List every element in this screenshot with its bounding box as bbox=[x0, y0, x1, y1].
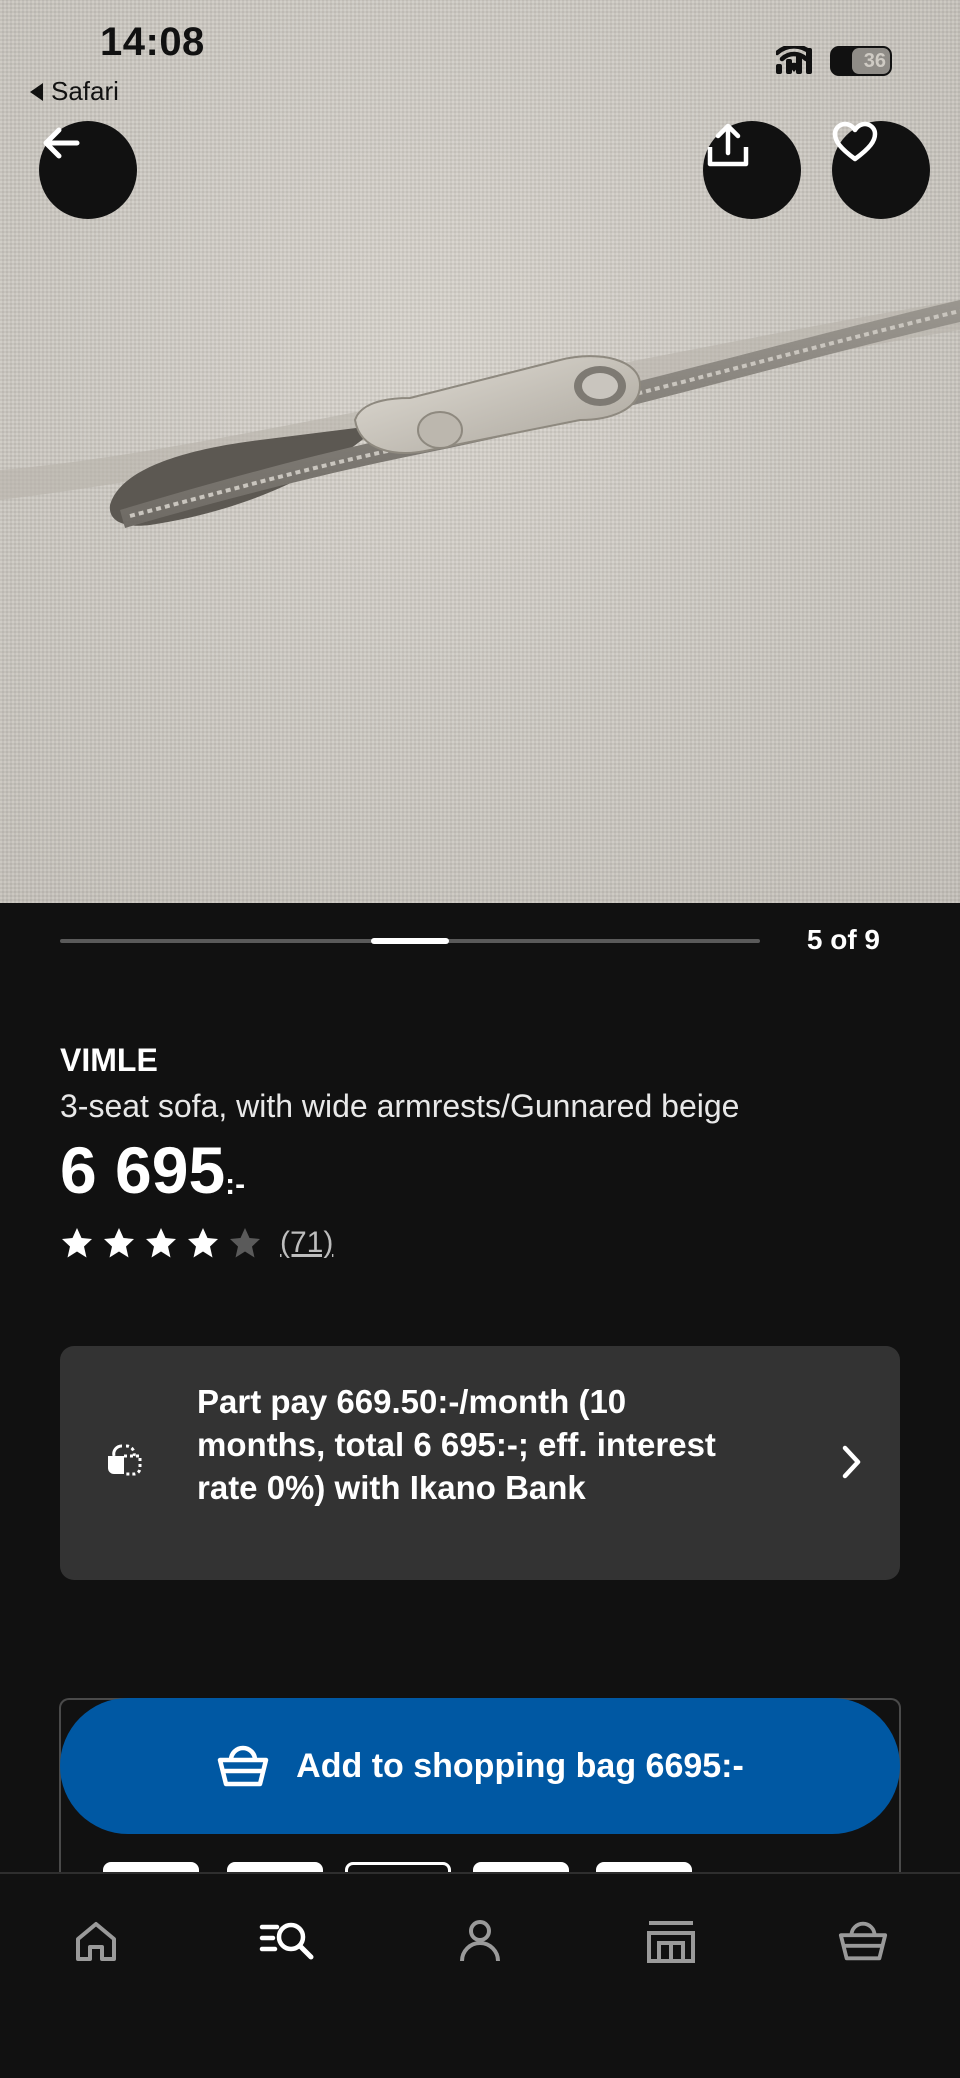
store-icon bbox=[647, 1921, 695, 1963]
carousel-thumb bbox=[371, 938, 449, 944]
fabric-zipper-illustration bbox=[0, 300, 960, 528]
carousel-progress[interactable] bbox=[60, 938, 760, 944]
basket-icon bbox=[217, 1745, 269, 1787]
part-pay-text: Part pay 669.50:-/month (10 months, tota… bbox=[197, 1383, 716, 1506]
tab-profile[interactable] bbox=[445, 1906, 515, 1976]
person-icon bbox=[460, 1920, 500, 1962]
home-icon bbox=[76, 1922, 116, 1961]
add-to-bag-label: Add to shopping bag 6695:- bbox=[296, 1746, 744, 1785]
chevron-right-icon bbox=[842, 1445, 861, 1479]
battery-icon: 36 bbox=[830, 46, 892, 76]
product-image[interactable]: 14:08 Safari 36 bbox=[0, 0, 960, 903]
star-empty-icon bbox=[230, 1228, 260, 1258]
arrow-left-icon bbox=[43, 127, 80, 159]
review-count-link[interactable]: (71) bbox=[280, 1226, 333, 1260]
add-to-bag-button[interactable]: Add to shopping bag 6695:- bbox=[60, 1698, 900, 1834]
rating-row[interactable]: (71) bbox=[60, 1226, 333, 1260]
heart-icon bbox=[832, 121, 878, 162]
wifi-icon bbox=[776, 46, 812, 72]
status-icons: 36 bbox=[776, 46, 892, 76]
tab-stores[interactable] bbox=[636, 1906, 706, 1976]
tab-bag[interactable] bbox=[828, 1906, 898, 1976]
battery-level: 36 bbox=[863, 49, 886, 72]
favourite-button[interactable] bbox=[832, 121, 930, 219]
carousel-counter: 5 of 9 bbox=[806, 924, 880, 955]
search-icon bbox=[259, 1922, 314, 1960]
star-filled-icon bbox=[62, 1228, 92, 1258]
back-button[interactable] bbox=[39, 121, 137, 219]
back-triangle-icon bbox=[30, 82, 43, 101]
part-pay-card[interactable]: Part pay 669.50:-/month (10 months, tota… bbox=[60, 1346, 900, 1580]
status-time: 14:08 bbox=[100, 20, 205, 64]
share-icon bbox=[707, 123, 749, 167]
installment-icon bbox=[108, 1444, 142, 1476]
star-filled-icon bbox=[104, 1228, 134, 1258]
star-filled-icon bbox=[188, 1228, 218, 1258]
tab-search[interactable] bbox=[253, 1906, 323, 1976]
rating-stars bbox=[60, 1226, 262, 1260]
back-to-safari[interactable]: Safari bbox=[30, 76, 119, 107]
star-filled-icon bbox=[146, 1228, 176, 1258]
back-app-label: Safari bbox=[51, 76, 119, 106]
product-description: 3-seat sofa, with wide armrests/Gunnared… bbox=[60, 1088, 740, 1124]
product-brand: VIMLE bbox=[60, 1042, 158, 1078]
tab-home[interactable] bbox=[61, 1906, 131, 1976]
share-button[interactable] bbox=[703, 121, 801, 219]
price-value: 6 695 bbox=[60, 1133, 226, 1207]
bottom-tab-bar bbox=[0, 1872, 960, 2078]
basket-icon bbox=[838, 1921, 888, 1961]
price-suffix: :- bbox=[225, 1168, 246, 1201]
product-price: 6 695 :- bbox=[60, 1132, 245, 1208]
